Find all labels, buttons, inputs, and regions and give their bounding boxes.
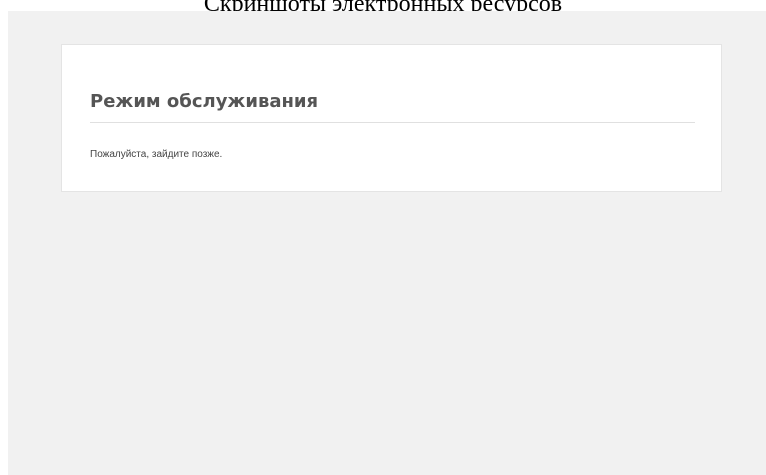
page-title: Режим обслуживания bbox=[90, 91, 319, 112]
maintenance-card: Режим обслуживания Пожалуйста, зайдите п… bbox=[61, 44, 722, 192]
browser-viewport: Режим обслуживания Пожалуйста, зайдите п… bbox=[8, 11, 766, 475]
title-divider bbox=[90, 122, 695, 123]
maintenance-message: Пожалуйста, зайдите позже. bbox=[90, 149, 223, 160]
